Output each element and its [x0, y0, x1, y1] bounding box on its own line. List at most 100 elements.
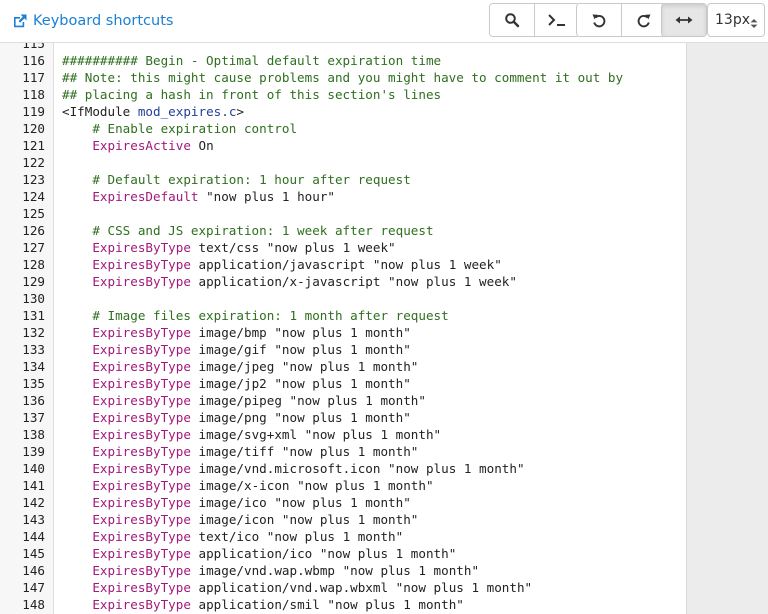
font-size-select[interactable]: 13px — [707, 3, 765, 37]
history-tools-group — [576, 3, 667, 37]
code-directive: ExpiresByType — [92, 359, 191, 374]
code-directive: ExpiresByType — [92, 325, 191, 340]
code-tag-open: <IfModule — [62, 104, 138, 119]
code-line: 134 ExpiresByType image/jpeg "now plus 1… — [0, 358, 768, 375]
code-line: 115 — [0, 42, 768, 52]
code-value: image/vnd.wap.wbmp "now plus 1 month" — [190, 563, 480, 578]
code-value: application/ico "now plus 1 month" — [190, 546, 457, 561]
code-directive: ExpiresByType — [92, 597, 191, 612]
line-number: 136 — [22, 393, 45, 408]
code-line: 131 # Image files expiration: 1 month af… — [0, 307, 768, 324]
code-line: 127 ExpiresByType text/css "now plus 1 w… — [0, 239, 768, 256]
code-value: image/ico "now plus 1 month" — [190, 495, 411, 510]
command-button[interactable] — [534, 4, 579, 36]
line-content: ## Note: this might cause problems and y… — [62, 69, 623, 86]
keyboard-shortcuts-link[interactable]: Keyboard shortcuts — [12, 11, 173, 31]
line-content: ExpiresByType text/css "now plus 1 week" — [62, 239, 396, 256]
code-line: 148 ExpiresByType application/smil "now … — [0, 596, 768, 613]
redo-icon — [636, 12, 652, 28]
line-number: 118 — [22, 87, 45, 102]
code-line: 133 ExpiresByType image/gif "now plus 1 … — [0, 341, 768, 358]
code-value: application/javascript "now plus 1 week" — [190, 257, 502, 272]
line-number: 125 — [22, 206, 45, 221]
line-content: ExpiresByType image/pipeg "now plus 1 mo… — [62, 392, 426, 409]
line-content: ExpiresByType image/x-icon "now plus 1 m… — [62, 477, 434, 494]
line-number: 140 — [22, 461, 45, 476]
line-number: 135 — [22, 376, 45, 391]
code-line: 121 ExpiresActive On — [0, 137, 768, 154]
line-number: 137 — [22, 410, 45, 425]
line-number: 122 — [22, 155, 45, 170]
line-number: 117 — [22, 70, 45, 85]
code-line: 147 ExpiresByType application/vnd.wap.wb… — [0, 579, 768, 596]
line-number: 138 — [22, 427, 45, 442]
line-content: ExpiresByType image/vnd.wap.wbmp "now pl… — [62, 562, 479, 579]
code-value: image/x-icon "now plus 1 month" — [190, 478, 434, 493]
code-directive: ExpiresByType — [92, 461, 191, 476]
code-value: image/vnd.microsoft.icon "now plus 1 mon… — [190, 461, 525, 476]
line-content: ExpiresActive On — [62, 137, 213, 154]
line-number: 115 — [22, 42, 45, 51]
code-directive: ExpiresByType — [92, 512, 191, 527]
code-line: 117 ## Note: this might cause problems an… — [0, 69, 768, 86]
line-content: ExpiresByType image/ico "now plus 1 mont… — [62, 494, 411, 511]
code-line: 146 ExpiresByType image/vnd.wap.wbmp "no… — [0, 562, 768, 579]
line-number: 133 — [22, 342, 45, 357]
code-directive: ExpiresByType — [92, 342, 191, 357]
line-number: 127 — [22, 240, 45, 255]
code-line: 137 ExpiresByType image/png "now plus 1 … — [0, 409, 768, 426]
code-line: 139 ExpiresByType image/tiff "now plus 1… — [0, 443, 768, 460]
code-value: image/tiff "now plus 1 month" — [190, 444, 419, 459]
line-number: 126 — [22, 223, 45, 238]
code-directive: ExpiresByType — [92, 563, 191, 578]
code-line: 138 ExpiresByType image/svg+xml "now plu… — [0, 426, 768, 443]
redo-button[interactable] — [621, 4, 666, 36]
code-line: 119 <IfModule mod_expires.c> — [0, 103, 768, 120]
undo-button[interactable] — [577, 4, 621, 36]
external-link-icon — [12, 13, 28, 29]
code-value: text/css "now plus 1 week" — [190, 240, 396, 255]
code-value: image/svg+xml "now plus 1 month" — [190, 427, 442, 442]
line-number: 119 — [22, 104, 45, 119]
code-value: image/png "now plus 1 month" — [190, 410, 411, 425]
code-value: application/vnd.wap.wbxml "now plus 1 mo… — [190, 580, 533, 595]
line-number: 132 — [22, 325, 45, 340]
line-content: ExpiresByType text/ico "now plus 1 month… — [62, 528, 403, 545]
wrap-tools-group — [661, 3, 707, 37]
code-directive: ExpiresByType — [92, 393, 191, 408]
code-directive: ExpiresActive — [92, 138, 191, 153]
line-content: ExpiresDefault "now plus 1 hour" — [62, 188, 335, 205]
search-button[interactable] — [490, 4, 534, 36]
code-line: 116 ########## Begin - Optimal default ex… — [0, 52, 768, 69]
code-line: 124 ExpiresDefault "now plus 1 hour" — [0, 188, 768, 205]
line-number: 141 — [22, 478, 45, 493]
line-content: # CSS and JS expiration: 1 week after re… — [62, 222, 433, 239]
line-content: ExpiresByType application/vnd.wap.wbxml … — [62, 579, 532, 596]
code-value: text/ico "now plus 1 month" — [190, 529, 404, 544]
search-tools-group — [489, 3, 580, 37]
line-number: 147 — [22, 580, 45, 595]
code-comment: # Enable expiration control — [62, 121, 298, 136]
code-lines: 115 116 ########## Begin - Optimal default… — [0, 42, 768, 613]
line-number: 142 — [22, 495, 45, 510]
wrap-toggle-button[interactable] — [662, 4, 706, 36]
line-number: 134 — [22, 359, 45, 374]
line-content: ExpiresByType application/x-javascript "… — [62, 273, 517, 290]
line-number: 148 — [22, 597, 45, 612]
code-value: application/smil "now plus 1 month" — [190, 597, 464, 612]
code-editor[interactable]: 115 116 ########## Begin - Optimal default… — [0, 42, 768, 614]
line-number: 144 — [22, 529, 45, 544]
